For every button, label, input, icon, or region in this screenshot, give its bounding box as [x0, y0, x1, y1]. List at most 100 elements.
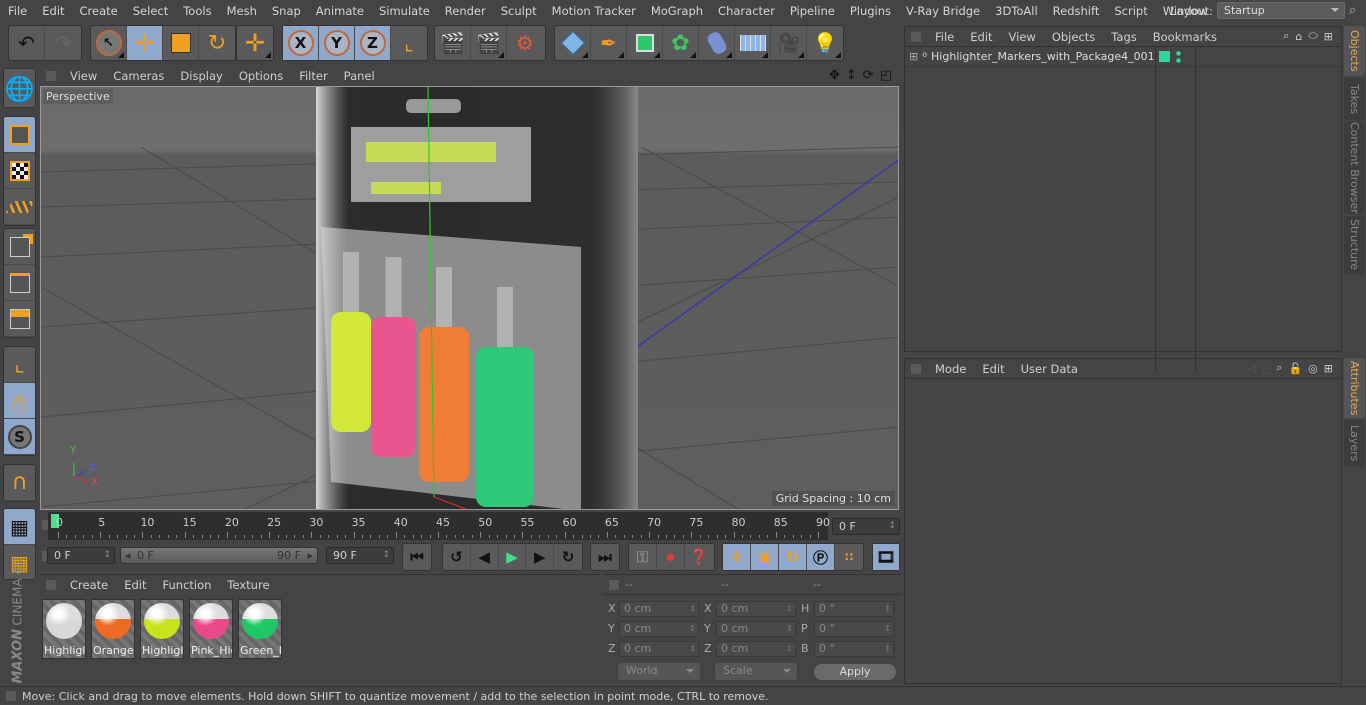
menu-snap[interactable]: Snap	[264, 4, 308, 18]
menu-tools[interactable]: Tools	[175, 4, 218, 18]
pan-icon[interactable]: ✥	[829, 68, 840, 83]
next-key-button[interactable]: ↻	[554, 544, 582, 570]
end-frame-field[interactable]: 90 F	[326, 547, 394, 564]
target-icon[interactable]: ◎	[1308, 362, 1318, 375]
coordinate-system-button[interactable]: ⌞	[391, 26, 427, 60]
material-swatch[interactable]: Highligl	[140, 599, 184, 659]
tab-attributes[interactable]: Attributes	[1344, 358, 1365, 418]
tweak-mode-button[interactable]: 🖱	[4, 383, 35, 419]
position-field[interactable]: 0 cm	[619, 641, 699, 657]
rotation-field[interactable]: 0 °	[814, 601, 894, 617]
object-menu-tags[interactable]: Tags	[1103, 30, 1144, 44]
position-field[interactable]: 0 cm	[619, 621, 699, 637]
material-swatch[interactable]: Pink_Hig	[189, 599, 233, 659]
eye-icon[interactable]: ⬭	[1308, 29, 1317, 43]
object-menu-objects[interactable]: Objects	[1044, 30, 1103, 44]
viewport-menu-filter[interactable]: Filter	[291, 69, 335, 83]
viewport-menu-view[interactable]: View	[62, 69, 105, 83]
scale-tool-button[interactable]	[163, 26, 199, 60]
polygons-mode-button[interactable]	[4, 301, 35, 337]
redo-button[interactable]: ↷	[45, 26, 81, 60]
key-position-button[interactable]: ✛	[723, 544, 751, 570]
menu-select[interactable]: Select	[125, 4, 175, 18]
menu-vray-bridge[interactable]: V-Ray Bridge	[898, 4, 987, 18]
prev-frame-button[interactable]: ◀	[471, 544, 499, 570]
3d-viewport[interactable]: Y Z X Perspective Grid Spacing : 10 cm	[40, 86, 899, 510]
model-mode-button[interactable]	[4, 117, 35, 153]
orbit-icon[interactable]: ⟳	[863, 68, 874, 83]
menu-redshift[interactable]: Redshift	[1045, 4, 1107, 18]
material-swatch[interactable]: Orange_	[91, 599, 135, 659]
tab-objects[interactable]: Objects	[1344, 26, 1365, 76]
menu-render[interactable]: Render	[437, 4, 493, 18]
solo-button[interactable]: S	[4, 419, 35, 455]
material-swatch[interactable]: Green_H	[238, 599, 282, 659]
material-grip-icon[interactable]	[46, 580, 56, 590]
live-selection-button[interactable]: ↖	[91, 26, 127, 60]
tab-takes[interactable]: Takes	[1344, 78, 1365, 120]
coordinates-grip-icon[interactable]	[609, 579, 619, 590]
lock-workplane-button[interactable]: ▦	[4, 509, 35, 545]
menu-script[interactable]: Script	[1106, 4, 1154, 18]
light-button[interactable]: 💡	[807, 26, 843, 60]
viewport-menu-options[interactable]: Options	[231, 69, 291, 83]
new-window-icon[interactable]: ⊞	[1324, 362, 1333, 375]
make-editable-button[interactable]: 🌐	[4, 69, 35, 107]
size-field[interactable]: 0 cm	[716, 641, 796, 657]
search-icon[interactable]: ⌕	[1283, 29, 1289, 43]
position-field[interactable]: 0 cm	[619, 601, 699, 617]
menu-animate[interactable]: Animate	[308, 4, 371, 18]
search-icon[interactable]: ⌕	[1349, 3, 1356, 18]
prev-key-button[interactable]: ↺	[443, 544, 471, 570]
cloner-button[interactable]: ✿	[663, 26, 699, 60]
coordinate-space-dropdown[interactable]: World	[618, 663, 700, 680]
z-axis-lock-button[interactable]: Z	[355, 26, 391, 60]
rotate-tool-button[interactable]: ↻	[199, 26, 235, 60]
menu-plugins[interactable]: Plugins	[842, 4, 898, 18]
workplane-mode-button[interactable]	[4, 189, 35, 225]
object-row[interactable]: ⊞ ⁰ Highlighter_Markers_with_Package4_00…	[905, 47, 1341, 373]
viewport-menu-display[interactable]: Display	[172, 69, 230, 83]
menu-pipeline[interactable]: Pipeline	[782, 4, 842, 18]
texture-mode-button[interactable]	[4, 153, 35, 189]
menu-3dtoall[interactable]: 3DToAll	[987, 4, 1045, 18]
material-swatch[interactable]: Highligl	[42, 599, 86, 659]
record-key-button[interactable]: ⚿	[629, 544, 657, 570]
menu-motion-tracker[interactable]: Motion Tracker	[544, 4, 643, 18]
rotation-field[interactable]: 0 °	[814, 641, 894, 657]
key-parameter-button[interactable]: Ⓟ	[807, 544, 835, 570]
menu-file[interactable]: File	[0, 4, 34, 18]
menu-mesh[interactable]: Mesh	[219, 4, 264, 18]
menu-edit[interactable]: Edit	[34, 4, 71, 18]
up-arrow-icon[interactable]: △	[1262, 362, 1270, 375]
home-icon[interactable]: ⌂	[1295, 30, 1302, 43]
size-field[interactable]: 0 cm	[716, 601, 796, 617]
object-menu-edit[interactable]: Edit	[962, 30, 1000, 44]
range-right-arrow[interactable]: ▸	[307, 549, 313, 562]
edges-mode-button[interactable]	[4, 265, 35, 301]
menu-simulate[interactable]: Simulate	[371, 4, 437, 18]
key-help-button[interactable]: ❓	[685, 544, 713, 570]
render-settings-button[interactable]: ⚙	[507, 26, 543, 60]
enable-axis-button[interactable]: ⌞	[4, 347, 35, 383]
deformer-button[interactable]	[699, 26, 735, 60]
attribute-grip-icon[interactable]	[911, 363, 921, 374]
object-menu-bookmarks[interactable]: Bookmarks	[1145, 30, 1225, 44]
current-frame-field[interactable]: 0 F	[832, 518, 900, 535]
menu-mograph[interactable]: MoGraph	[643, 4, 710, 18]
viewport-menu-panel[interactable]: Panel	[336, 69, 383, 83]
snap-button[interactable]: ∩	[4, 465, 35, 501]
pen-spline-button[interactable]: ✒	[591, 26, 627, 60]
cube-button[interactable]	[555, 26, 591, 60]
recent-tool-button[interactable]: ✛	[237, 26, 273, 60]
points-mode-button[interactable]	[4, 229, 35, 265]
visibility-dots-icon[interactable]	[1176, 50, 1181, 64]
y-axis-lock-button[interactable]: Y	[319, 26, 355, 60]
panel-grip-icon[interactable]	[46, 70, 56, 81]
attribute-menu-user-data[interactable]: User Data	[1013, 362, 1086, 376]
back-arrow-icon[interactable]: ◁	[1247, 362, 1255, 375]
material-menu-texture[interactable]: Texture	[219, 578, 277, 592]
timeline-ruler[interactable]: 0 5 10 15 20 25 30 35 40 45 50 55 60 65 70 75 80 85 90	[48, 512, 830, 540]
play-button[interactable]: ▶	[499, 544, 527, 570]
attribute-menu-mode[interactable]: Mode	[927, 362, 974, 376]
